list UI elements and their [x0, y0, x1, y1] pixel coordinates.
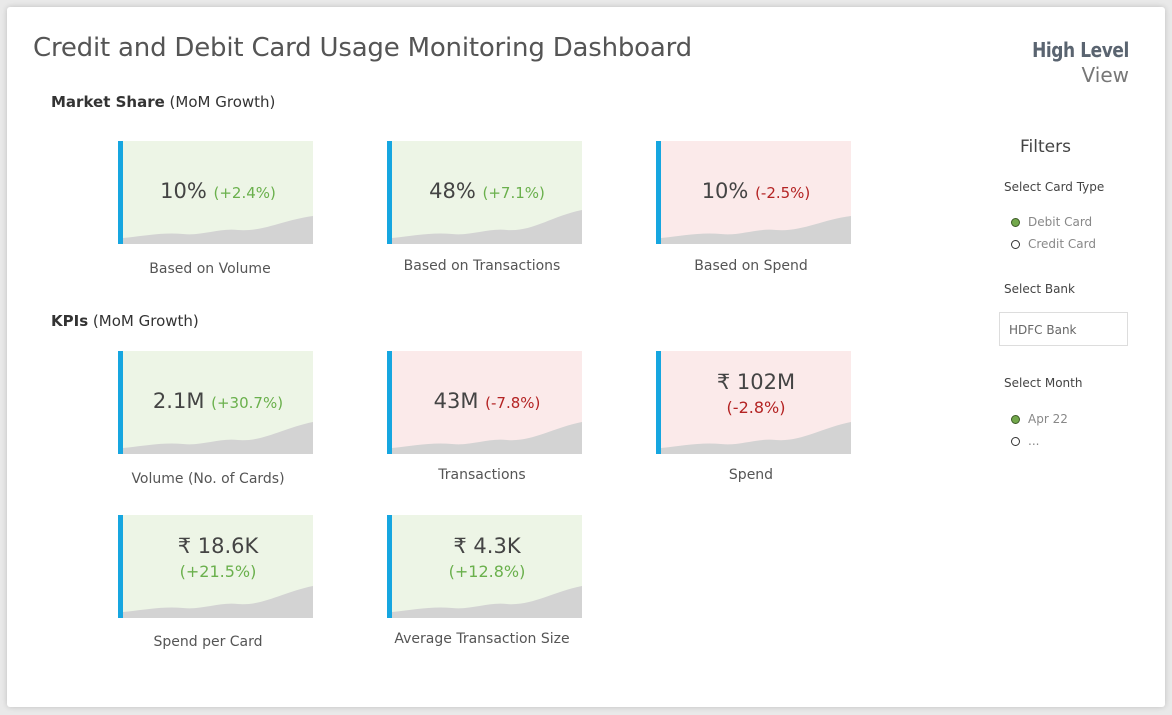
kpi-change: (-2.8%): [726, 398, 786, 417]
kpi-card-volume[interactable]: 2.1M (+30.7%): [118, 351, 313, 454]
kpi-card-spend-share[interactable]: 10% (-2.5%): [656, 141, 851, 244]
kpi-caption: Spend per Card: [153, 634, 263, 650]
kpis-note: (MoM Growth): [92, 312, 199, 330]
kpi-card-transactions-share[interactable]: 48% (+7.1%): [387, 141, 582, 244]
kpis-title: KPIs: [51, 312, 89, 330]
kpi-change: (+30.7%): [211, 394, 284, 412]
kpi-value: ₹ 4.3K: [453, 534, 521, 558]
bank-select-value: HDFC Bank: [1009, 323, 1077, 337]
kpi-change: (+2.4%): [213, 184, 276, 202]
market-share-note: (MoM Growth): [169, 93, 276, 111]
kpi-value: ₹ 18.6K: [177, 534, 259, 558]
radio-selected-icon: [1011, 415, 1020, 424]
kpi-change: (-2.5%): [755, 184, 811, 202]
filters-title: Filters: [1020, 137, 1071, 157]
kpi-caption: Based on Spend: [694, 258, 808, 274]
kpi-value: 48%: [429, 179, 476, 203]
kpi-value: 2.1M: [152, 389, 205, 413]
kpi-value: 10%: [701, 179, 749, 203]
brand-subtitle: View: [1081, 63, 1129, 87]
kpi-change: (-7.8%): [485, 394, 541, 412]
card-type-label: Select Card Type: [1004, 180, 1105, 194]
kpi-card-spend-per-card[interactable]: ₹ 18.6K (+21.5%): [118, 515, 313, 618]
market-share-heading: Market Share (MoM Growth): [51, 93, 275, 111]
kpi-caption: Spend: [728, 467, 774, 483]
bank-label: Select Bank: [1004, 282, 1075, 296]
month-label: Select Month: [1004, 376, 1083, 390]
kpi-card-volume-share[interactable]: 10% (+2.4%): [118, 141, 313, 244]
kpi-change: (+7.1%): [482, 184, 545, 202]
kpi-card-transactions[interactable]: 43M (-7.8%): [387, 351, 582, 454]
kpi-value: 43M: [433, 389, 479, 413]
radio-debit-card[interactable]: Debit Card: [1011, 215, 1092, 229]
radio-label: Apr 22: [1028, 412, 1068, 426]
kpi-caption: Based on Volume: [149, 261, 271, 277]
radio-selected-icon: [1011, 218, 1020, 227]
kpi-value-line: 10% (-2.5%): [661, 179, 851, 203]
kpi-card-spend[interactable]: ₹ 102M (-2.8%): [656, 351, 851, 454]
kpi-caption: Based on Transactions: [403, 258, 561, 274]
kpi-value: ₹ 102M: [716, 370, 796, 394]
brand-logo: High Level View: [1015, 38, 1129, 88]
page-title: Credit and Debit Card Usage Monitoring D…: [33, 33, 692, 63]
kpi-caption: Transactions: [438, 467, 526, 483]
kpis-heading: KPIs (MoM Growth): [51, 312, 199, 330]
radio-label: ...: [1028, 434, 1040, 448]
kpi-value-line: 43M (-7.8%): [392, 389, 582, 413]
kpi-caption: Average Transaction Size: [394, 631, 570, 647]
kpi-value-line: 48% (+7.1%): [392, 179, 582, 203]
radio-unselected-icon: [1011, 437, 1020, 446]
radio-month-more[interactable]: ...: [1011, 434, 1039, 448]
kpi-change: (+12.8%): [448, 562, 526, 581]
kpi-value-line: ₹ 4.3K (+12.8%): [392, 533, 582, 585]
bank-select[interactable]: HDFC Bank: [999, 312, 1128, 346]
kpi-change: (+21.5%): [179, 562, 257, 581]
kpi-caption: Volume (No. of Cards): [131, 471, 285, 487]
radio-label: Credit Card: [1028, 237, 1096, 251]
radio-label: Debit Card: [1028, 215, 1093, 229]
radio-month-apr-22[interactable]: Apr 22: [1011, 412, 1068, 426]
market-share-title: Market Share: [51, 93, 165, 111]
kpi-card-avg-transaction-size[interactable]: ₹ 4.3K (+12.8%): [387, 515, 582, 618]
radio-credit-card[interactable]: Credit Card: [1011, 237, 1096, 251]
kpi-value-line: ₹ 102M (-2.8%): [661, 369, 851, 421]
kpi-value-line: ₹ 18.6K (+21.5%): [123, 533, 313, 585]
kpi-value: 10%: [160, 179, 207, 203]
kpi-value-line: 10% (+2.4%): [123, 179, 313, 203]
kpi-value-line: 2.1M (+30.7%): [123, 389, 313, 413]
brand-title: High Level: [1032, 38, 1129, 62]
radio-unselected-icon: [1011, 240, 1020, 249]
